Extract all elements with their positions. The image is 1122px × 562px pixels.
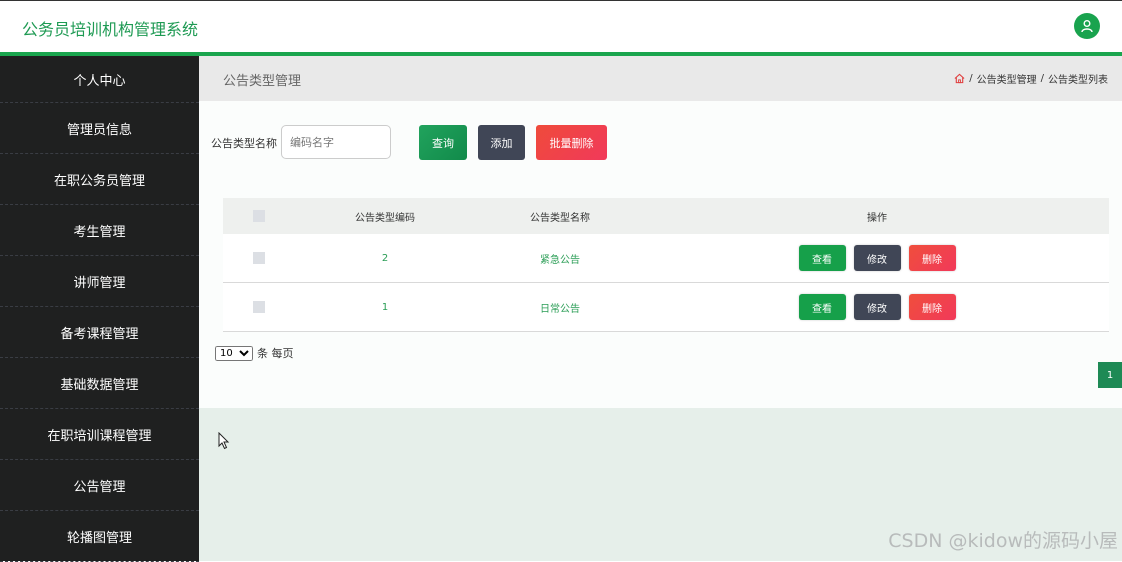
sidebar-item-label: 个人中心: [73, 73, 126, 89]
breadcrumb-separator: /: [969, 73, 973, 84]
sidebar-item-label: 基础数据管理: [60, 377, 139, 393]
breadcrumb-level1[interactable]: 公告类型管理: [977, 71, 1037, 86]
delete-button[interactable]: 删除: [908, 294, 956, 320]
query-button[interactable]: 查询: [419, 125, 467, 160]
list-panel: 公告类型名称 查询 添加 批量删除 公告类型编码 公告类型名称 操作 2 紧急公…: [199, 101, 1122, 408]
sidebar-item-label: 管理员信息: [66, 122, 132, 138]
sidebar-item-candidates[interactable]: 考生管理: [0, 205, 199, 256]
select-all-checkbox[interactable]: [253, 210, 265, 222]
cell-code: 2: [381, 252, 389, 264]
delete-button[interactable]: 删除: [908, 245, 956, 271]
edit-button[interactable]: 修改: [853, 245, 901, 271]
sidebar-item-label: 备考课程管理: [60, 326, 139, 342]
header-ops: 操作: [867, 212, 887, 224]
data-table: 公告类型编码 公告类型名称 操作 2 紧急公告 查看 修改 删除 1 日常公告: [223, 198, 1109, 332]
breadcrumb-separator: /: [1040, 73, 1044, 84]
search-label: 公告类型名称: [211, 137, 277, 150]
sidebar-item-exam-courses[interactable]: 备考课程管理: [0, 307, 199, 358]
add-button[interactable]: 添加: [478, 125, 525, 160]
user-avatar-icon[interactable]: [1074, 13, 1100, 39]
breadcrumb: / 公告类型管理 / 公告类型列表: [954, 71, 1108, 86]
watermark: CSDN @kidow的源码小屋: [888, 530, 1118, 552]
breadcrumb-level2: 公告类型列表: [1048, 75, 1108, 86]
breadcrumb-bar: 公告类型管理 / 公告类型管理 / 公告类型列表: [199, 56, 1122, 101]
page-size-control: 10 条 每页: [215, 345, 294, 361]
sidebar-item-lecturers[interactable]: 讲师管理: [0, 256, 199, 307]
table-row: 2 紧急公告 查看 修改 删除: [223, 234, 1109, 283]
sidebar-item-label: 轮播图管理: [66, 530, 132, 546]
sidebar-item-training-courses[interactable]: 在职培训课程管理: [0, 409, 199, 460]
page-size-select[interactable]: 10: [215, 345, 253, 361]
view-button[interactable]: 查看: [798, 245, 846, 271]
cell-name: 日常公告: [540, 303, 580, 315]
header-name: 公告类型名称: [530, 212, 590, 224]
edit-button[interactable]: 修改: [853, 294, 901, 320]
batch-delete-button[interactable]: 批量删除: [536, 125, 607, 160]
view-button[interactable]: 查看: [798, 294, 846, 320]
page-title: 公告类型管理: [223, 74, 302, 89]
table-header: 公告类型编码 公告类型名称 操作: [223, 198, 1109, 234]
home-icon[interactable]: [954, 73, 965, 84]
app-title: 公务员培训机构管理系统: [22, 20, 199, 39]
sidebar-item-announcements[interactable]: 公告管理: [0, 460, 199, 511]
user-icon: [1081, 20, 1093, 33]
sidebar-item-civil-servants[interactable]: 在职公务员管理: [0, 154, 199, 205]
sidebar-item-profile[interactable]: 个人中心: [0, 56, 199, 103]
sidebar-item-label: 在职公务员管理: [53, 173, 145, 189]
cell-code: 1: [381, 301, 389, 313]
per-page-label: 条 每页: [257, 347, 294, 360]
cell-name: 紧急公告: [540, 254, 580, 266]
search-input[interactable]: [281, 125, 391, 159]
sidebar-item-label: 公告管理: [73, 479, 126, 495]
mouse-cursor-icon: [218, 432, 230, 450]
main-content: 公告类型管理 / 公告类型管理 / 公告类型列表 公告类型名称 查询 添加 批量…: [199, 56, 1122, 561]
sidebar-item-label: 在职培训课程管理: [47, 428, 152, 444]
sidebar-item-admin[interactable]: 管理员信息: [0, 103, 199, 154]
sidebar-item-carousel[interactable]: 轮播图管理: [0, 511, 199, 562]
sidebar-item-label: 讲师管理: [73, 275, 126, 291]
row-checkbox[interactable]: [253, 301, 265, 313]
top-bar: 公务员培训机构管理系统: [0, 0, 1122, 52]
header-code: 公告类型编码: [355, 212, 415, 224]
sidebar-item-label: 考生管理: [73, 224, 126, 240]
table-row: 1 日常公告 查看 修改 删除: [223, 283, 1109, 332]
row-checkbox[interactable]: [253, 252, 265, 264]
page-number-button[interactable]: 1: [1098, 362, 1122, 388]
sidebar-item-basic-data[interactable]: 基础数据管理: [0, 358, 199, 409]
sidebar: 个人中心 管理员信息 在职公务员管理 考生管理 讲师管理 备考课程管理 基础数据…: [0, 56, 199, 562]
